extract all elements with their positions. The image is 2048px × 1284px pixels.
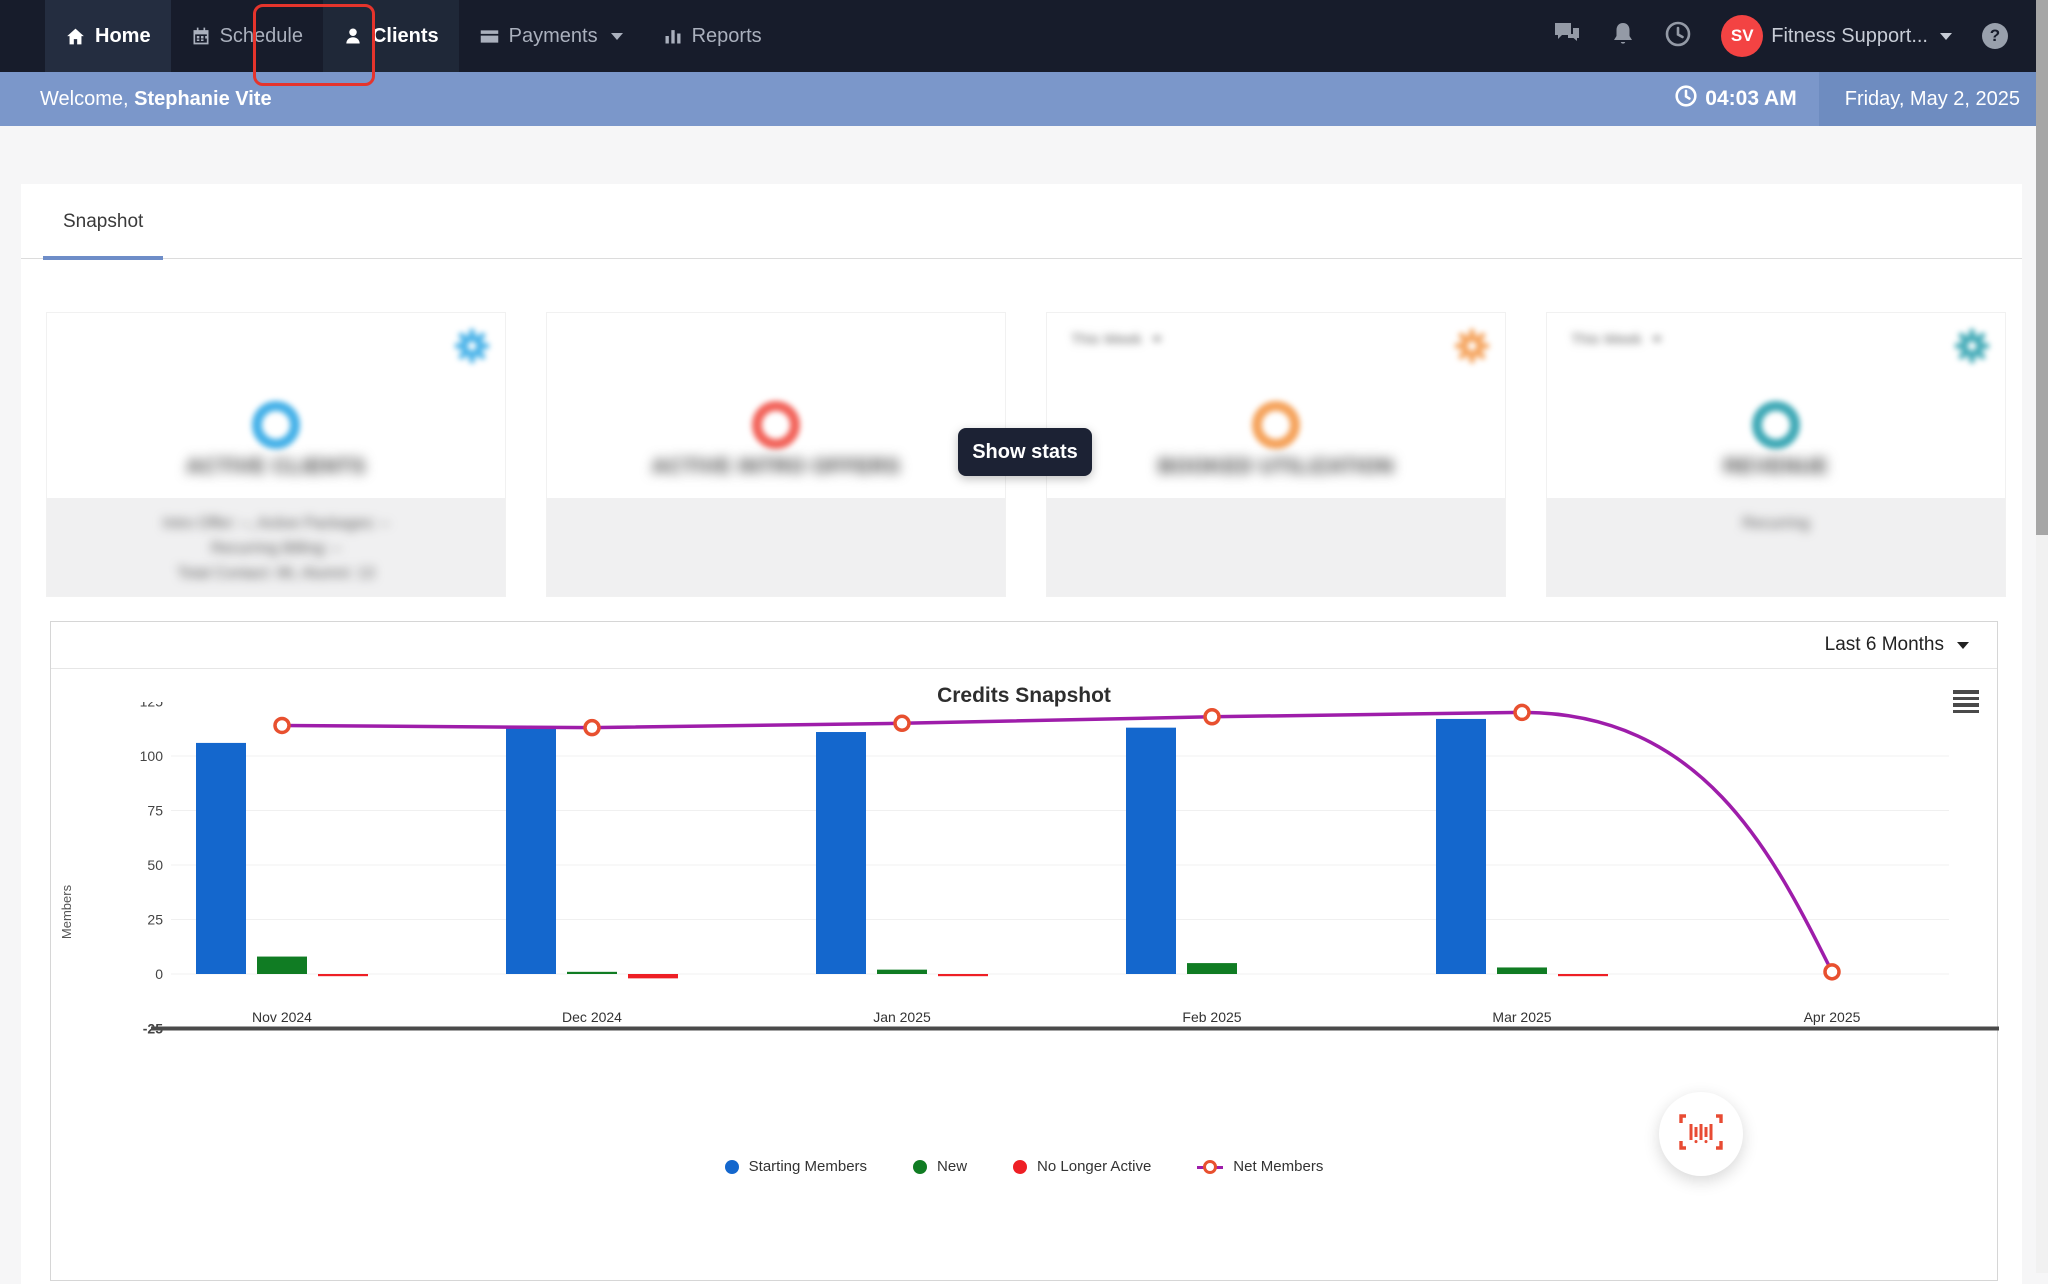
svg-text:100: 100: [140, 748, 164, 764]
card-title: ACTIVE CLIENTS: [186, 455, 366, 478]
gear-icon[interactable]: [1454, 328, 1490, 368]
nav-utilities: SV Fitness Support... ?: [1553, 0, 2008, 72]
legend-marker: [724, 1159, 739, 1174]
svg-text:Jan 2025: Jan 2025: [873, 1009, 931, 1025]
chevron-down-icon: [1957, 641, 1969, 649]
help-icon[interactable]: ?: [1982, 23, 2008, 49]
legend-marker: [1013, 1159, 1028, 1174]
revenue-spinner: [1752, 401, 1800, 449]
card-active-clients: ACTIVE CLIENTS Intro Offer: –, Active Pa…: [46, 312, 506, 597]
card-range-select[interactable]: This Week: [1571, 331, 1662, 348]
current-time: 04:03 AM: [1675, 85, 1818, 113]
avatar: SV: [1721, 15, 1764, 57]
gear-icon[interactable]: [1954, 328, 1990, 368]
clock-icon[interactable]: [1665, 21, 1691, 52]
chart-range-select[interactable]: Last 6 Months: [1825, 634, 1969, 656]
card-active-intro-offers: ACTIVE INTRO OFFERS: [546, 312, 1006, 597]
svg-text:50: 50: [147, 857, 163, 873]
card-booked-utilization: This Week BOOKED UTILIZATION: [1046, 312, 1506, 597]
card-title: BOOKED UTILIZATION: [1157, 455, 1395, 478]
svg-text:125: 125: [140, 702, 164, 710]
bar-chart-icon: [663, 26, 683, 46]
top-nav: Home Schedule Clients Payments Reports S…: [0, 0, 2048, 72]
account-menu[interactable]: SV Fitness Support...: [1721, 15, 1952, 57]
svg-text:25: 25: [147, 912, 163, 928]
vertical-scrollbar[interactable]: [2036, 0, 2048, 1273]
active-clients-spinner: [252, 401, 300, 449]
barcode-loader-badge: [1659, 1092, 1743, 1176]
show-stats-button[interactable]: Show stats: [958, 428, 1092, 476]
svg-text:Feb 2025: Feb 2025: [1182, 1009, 1241, 1025]
nav-menu: Home Schedule Clients Payments Reports: [45, 0, 782, 72]
dashboard-content: Snapshot ACTIVE CLIENTS Intro Offer: –, …: [21, 184, 2022, 1284]
welcome-message: Welcome, Stephanie Vite: [40, 87, 272, 110]
legend-marker: [1197, 1159, 1224, 1175]
credits-snapshot-panel: Last 6 Months Credits Snapshot 150125100…: [50, 621, 1999, 1281]
chevron-down-icon: [610, 32, 623, 40]
svg-text:0: 0: [155, 966, 163, 982]
legend-item-new[interactable]: New: [913, 1158, 967, 1175]
card-footer: Recurring: [1547, 498, 2005, 596]
svg-text:Members: Members: [59, 884, 74, 939]
nav-item-home[interactable]: Home: [45, 0, 171, 72]
nav-item-clients[interactable]: Clients: [322, 0, 459, 72]
nav-item-reports[interactable]: Reports: [643, 0, 782, 72]
svg-text:75: 75: [147, 803, 163, 819]
card-footer: Intro Offer: –, Active Packages: – Recur…: [47, 498, 505, 596]
active-intro-offers-spinner: [752, 401, 800, 449]
scrollbar-thumb[interactable]: [2036, 0, 2048, 535]
chevron-down-icon: [1940, 32, 1952, 40]
home-icon: [65, 26, 86, 47]
credit-card-icon: [479, 26, 500, 47]
nav-item-schedule[interactable]: Schedule: [171, 0, 323, 72]
nav-item-label: Clients: [371, 24, 439, 47]
card-title: REVENUE: [1723, 455, 1829, 478]
person-icon: [343, 26, 363, 46]
legend-item-no-longer-active[interactable]: No Longer Active: [1013, 1158, 1151, 1175]
svg-text:Dec 2024: Dec 2024: [562, 1009, 622, 1025]
panel-header: Last 6 Months: [51, 622, 1997, 669]
credits-snapshot-chart: 1501251007550250-25MembersNov 2024Dec 20…: [59, 702, 1999, 1037]
nav-item-label: Payments: [508, 24, 598, 47]
tab-snapshot[interactable]: Snapshot: [43, 184, 164, 260]
booked-utilization-spinner: [1252, 401, 1300, 449]
clock-icon: [1675, 85, 1697, 113]
legend-item-starting-members[interactable]: Starting Members: [724, 1158, 867, 1175]
card-title: ACTIVE INTRO OFFERS: [651, 455, 901, 478]
current-date: Friday, May 2, 2025: [1818, 72, 2048, 126]
nav-item-label: Home: [95, 24, 151, 47]
svg-text:Nov 2024: Nov 2024: [252, 1009, 312, 1025]
account-name: Fitness Support...: [1771, 24, 1928, 47]
calendar-icon: [191, 26, 211, 46]
card-revenue: This Week REVENUE Recurring: [1546, 312, 2006, 597]
nav-item-label: Reports: [691, 24, 762, 47]
barcode-icon: [1678, 1113, 1724, 1155]
card-range-select[interactable]: This Week: [1071, 331, 1162, 348]
nav-item-label: Schedule: [219, 24, 303, 47]
tab-bar: Snapshot: [21, 184, 2022, 260]
chat-icon[interactable]: [1553, 21, 1581, 52]
bell-icon[interactable]: [1611, 21, 1635, 52]
card-footer: [1047, 498, 1505, 596]
card-footer: [547, 498, 1005, 596]
nav-item-payments[interactable]: Payments: [459, 0, 643, 72]
user-name: Stephanie Vite: [134, 87, 272, 110]
welcome-bar: Welcome, Stephanie Vite 04:03 AM Friday,…: [0, 72, 2048, 126]
chevron-down-icon: [1651, 337, 1662, 342]
chevron-down-icon: [1151, 337, 1162, 342]
legend-marker: [913, 1159, 928, 1174]
svg-text:Apr 2025: Apr 2025: [1804, 1009, 1861, 1025]
gear-icon[interactable]: [454, 328, 490, 368]
legend-item-net-members[interactable]: Net Members: [1197, 1158, 1323, 1175]
svg-text:Mar 2025: Mar 2025: [1492, 1009, 1551, 1025]
